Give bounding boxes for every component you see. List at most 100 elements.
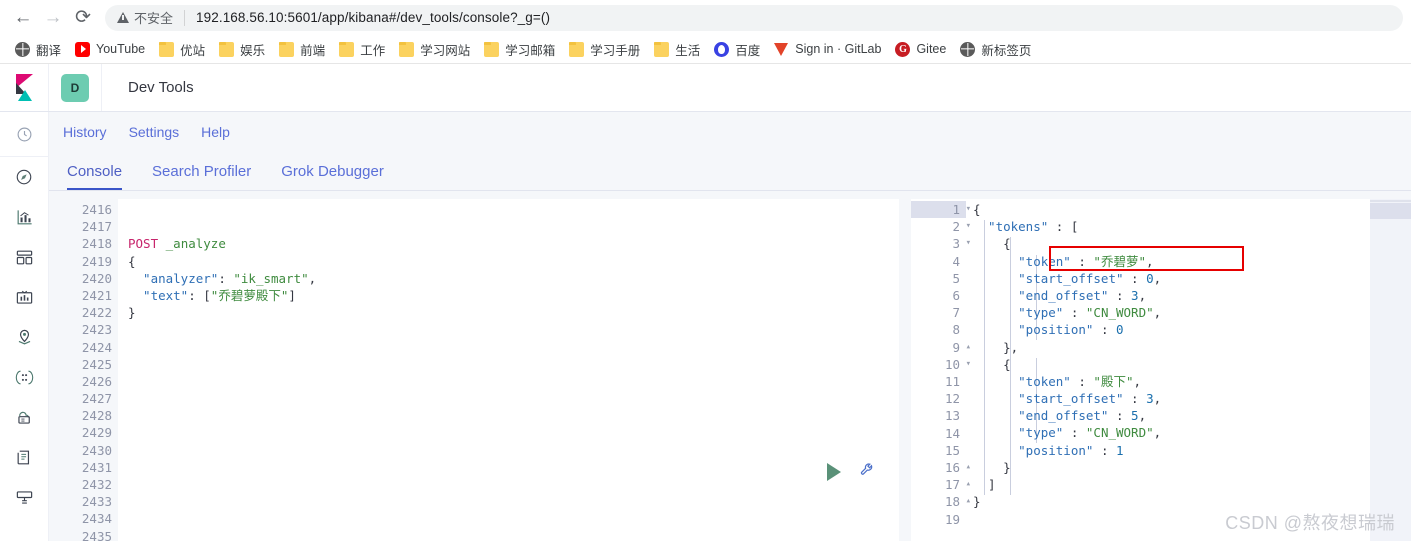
- editor-line-number: 2416: [81, 202, 112, 217]
- code-token: {: [128, 253, 136, 269]
- bookmark-item[interactable]: 优站: [152, 37, 212, 62]
- editor-line-number: 2429: [81, 425, 112, 441]
- sidebar-item-canvas[interactable]: [0, 277, 49, 317]
- back-icon[interactable]: ←: [8, 3, 38, 33]
- bookmark-item[interactable]: 娱乐: [212, 37, 272, 62]
- response-code[interactable]: { "tokens" : [ { "token" : "乔碧萝", "start…: [966, 199, 1411, 541]
- editor-line-number: 2417: [81, 219, 112, 235]
- code-token: "text": [128, 287, 189, 303]
- sidebar-item-infrastructure[interactable]: [0, 397, 49, 437]
- tab-search-profiler[interactable]: Search Profiler: [152, 163, 251, 190]
- code-token: :: [1063, 425, 1086, 441]
- editor-line-number: 2428: [81, 408, 112, 424]
- code-token: {: [973, 356, 1011, 372]
- sidebar-item-apm[interactable]: [0, 477, 49, 517]
- wrench-icon[interactable]: [859, 461, 877, 483]
- code-token: :: [1093, 322, 1116, 338]
- bookmark-item[interactable]: 学习网站: [392, 37, 477, 62]
- response-line-number: 13: [944, 408, 960, 424]
- bookmark-item[interactable]: G Gitee: [888, 39, 953, 60]
- bookmark-item[interactable]: 百度: [707, 37, 767, 62]
- security-warning[interactable]: 不安全: [117, 8, 173, 27]
- fold-open-icon[interactable]: ▾: [962, 358, 971, 371]
- gitee-icon: G: [895, 41, 911, 57]
- sidebar-item-discover[interactable]: [0, 157, 49, 197]
- bookmark-label: 学习邮箱: [505, 43, 556, 58]
- bookmark-item[interactable]: 学习邮箱: [477, 37, 562, 62]
- fold-close-icon[interactable]: ▴: [962, 495, 971, 508]
- code-token: 5: [1131, 408, 1139, 424]
- bookmark-item[interactable]: Sign in · GitLab: [767, 39, 888, 60]
- menu-item-history[interactable]: History: [63, 124, 107, 140]
- bookmark-item[interactable]: 生活: [647, 37, 707, 62]
- response-line-number: 7: [952, 305, 960, 321]
- bookmark-item[interactable]: 学习手册: [562, 37, 647, 62]
- kibana-logo-cell[interactable]: [0, 64, 49, 111]
- code-line: "token" : "乔碧萝",: [973, 253, 1411, 270]
- code-token: "start_offset": [973, 270, 1124, 286]
- response-line-number: 4: [952, 253, 960, 269]
- code-token: ,: [1153, 270, 1162, 286]
- bookmark-label: 新标签页: [981, 43, 1032, 58]
- code-line: }: [128, 304, 899, 321]
- bookmark-label: 翻译: [36, 43, 62, 58]
- response-line-number: 18 ▴: [944, 494, 971, 510]
- fold-open-icon[interactable]: ▾: [962, 220, 971, 233]
- url-text: 192.168.56.10:5601/app/kibana#/dev_tools…: [196, 10, 551, 25]
- address-bar[interactable]: 不安全 192.168.56.10:5601/app/kibana#/dev_t…: [105, 4, 1403, 31]
- tab-console[interactable]: Console: [67, 163, 123, 190]
- youtube-icon: [75, 41, 91, 57]
- code-token: "CN_WORD": [1085, 305, 1154, 321]
- fold-close-icon[interactable]: ▴: [962, 478, 971, 491]
- reload-icon[interactable]: ⟳: [68, 3, 98, 33]
- code-token: : [: [1048, 219, 1079, 235]
- bookmark-item[interactable]: 前端: [272, 37, 332, 62]
- response-gutter: 1 ▾ 2 ▾ 3 ▾ 4 5 6 7 8 9 ▴ 10 ▾ 11 12 13 14 15 16 ▴ 17 ▴ 18 ▴ 19: [911, 199, 971, 541]
- code-token: "CN_WORD": [1085, 425, 1154, 441]
- code-token: "tokens": [973, 219, 1049, 235]
- sidebar-item-recently-viewed[interactable]: [0, 112, 49, 156]
- forward-icon[interactable]: →: [38, 3, 68, 33]
- response-line-number: 12: [944, 391, 960, 407]
- sidebar: [0, 112, 49, 541]
- bookmark-item[interactable]: 翻译: [8, 37, 68, 62]
- play-icon[interactable]: [827, 462, 841, 481]
- sidebar-item-visualize[interactable]: [0, 197, 49, 237]
- folder-icon: [569, 41, 585, 57]
- bookmark-item[interactable]: 新标签页: [953, 37, 1038, 62]
- response-minimap[interactable]: [1370, 199, 1411, 541]
- response-line-number: 2 ▾: [952, 219, 971, 235]
- menu-item-help[interactable]: Help: [201, 124, 230, 140]
- bookmark-item[interactable]: YouTube: [68, 39, 152, 60]
- page-title: Dev Tools: [128, 79, 194, 96]
- folder-icon: [654, 41, 670, 57]
- sidebar-item-logs[interactable]: [0, 437, 49, 477]
- code-line: "tokens" : [: [973, 218, 1411, 235]
- code-token: ,: [1145, 253, 1154, 269]
- warning-triangle-icon: [117, 12, 129, 23]
- sidebar-item-maps[interactable]: [0, 317, 49, 357]
- fold-close-icon[interactable]: ▴: [962, 461, 971, 474]
- menu-item-settings[interactable]: Settings: [129, 124, 180, 140]
- code-token: ,: [1138, 408, 1147, 424]
- fold-close-icon[interactable]: ▴: [962, 341, 971, 354]
- request-editor[interactable]: 2416241724182419▾242024212422▴2423242424…: [49, 199, 899, 541]
- tab-grok-debugger[interactable]: Grok Debugger: [281, 163, 384, 190]
- bookmark-item[interactable]: 工作: [332, 37, 392, 62]
- code-token: }: [973, 459, 1011, 475]
- fold-open-icon[interactable]: ▾: [962, 203, 971, 216]
- response-viewer[interactable]: 1 ▾ 2 ▾ 3 ▾ 4 5 6 7 8 9 ▴ 10 ▾ 11 12 13 14 15 16 ▴ 17 ▴ 18 ▴ 19 { …: [899, 199, 1411, 541]
- sidebar-item-machine-learning[interactable]: [0, 357, 49, 397]
- code-line: }: [973, 493, 1411, 510]
- fold-open-icon[interactable]: ▾: [962, 237, 971, 250]
- code-token: {: [973, 236, 1011, 252]
- code-token: :: [1063, 305, 1086, 321]
- editor-line-number: 2427: [81, 391, 112, 407]
- editor-code[interactable]: POST _analyze{ "analyzer": "ik_smart", "…: [118, 199, 899, 541]
- app-badge-cell: D: [49, 64, 102, 111]
- sidebar-item-dashboard[interactable]: [0, 237, 49, 277]
- response-line-number: 10 ▾: [944, 356, 971, 372]
- bookmark-label: Sign in · GitLab: [795, 42, 882, 56]
